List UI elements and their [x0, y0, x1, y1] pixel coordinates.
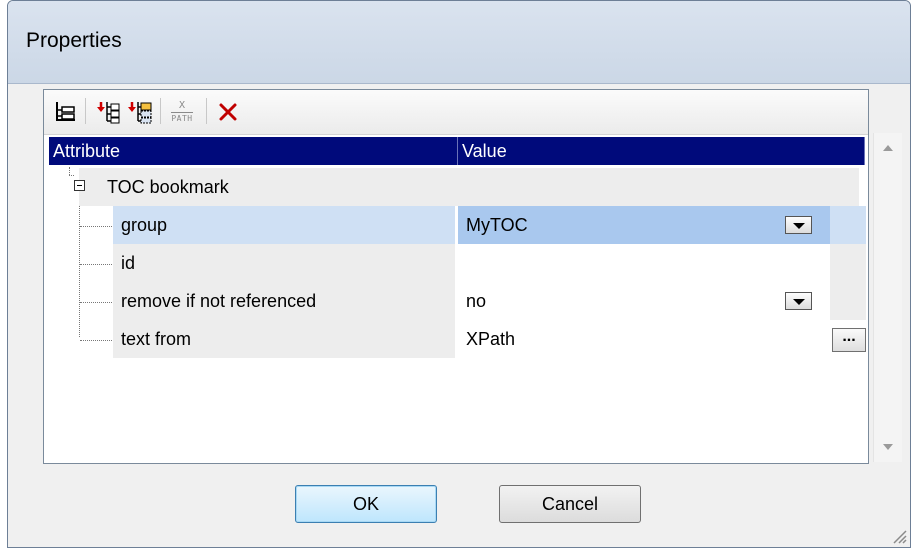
property-value[interactable]: XPath: [458, 320, 830, 358]
row-extra-cell: [830, 282, 866, 320]
property-row-id[interactable]: id: [49, 244, 866, 282]
toolbar: X PATH: [44, 90, 868, 135]
scroll-up-icon[interactable]: [883, 145, 893, 151]
group-label: TOC bookmark: [79, 168, 859, 206]
scroll-down-icon[interactable]: [883, 444, 893, 450]
property-name: remove if not referenced: [113, 282, 455, 320]
toolbar-separator: [85, 98, 86, 124]
xpath-button[interactable]: X PATH: [168, 98, 196, 126]
tree-line: [80, 264, 112, 265]
tree-line: [80, 340, 112, 341]
column-header-value[interactable]: Value: [458, 137, 865, 165]
add-attribute-icon: [97, 102, 120, 124]
properties-dialog: Properties X PATH Attribute Value TOC bo…: [7, 0, 911, 548]
xpath-icon: X PATH: [171, 100, 193, 123]
property-row-group[interactable]: group MyTOC: [49, 206, 866, 244]
cancel-button[interactable]: Cancel: [499, 485, 641, 523]
tree-group-row[interactable]: TOC bookmark: [49, 168, 859, 206]
toolbar-separator: [206, 98, 207, 124]
column-header-attribute[interactable]: Attribute: [49, 137, 458, 165]
property-value[interactable]: MyTOC: [458, 206, 830, 244]
delete-icon: [219, 103, 237, 121]
add-element-button[interactable]: [126, 98, 154, 126]
property-value[interactable]: [458, 244, 830, 282]
row-extra-cell: [830, 244, 866, 282]
add-attribute-button[interactable]: [94, 98, 122, 126]
property-row-remove-if-not-referenced[interactable]: remove if not referenced no: [49, 282, 866, 320]
expand-tree-icon: [56, 102, 75, 121]
tree-line: [80, 226, 112, 227]
expand-tree-button[interactable]: [52, 98, 80, 126]
property-name: id: [113, 244, 455, 282]
property-name: text from: [113, 320, 455, 358]
tree-line: [80, 302, 112, 303]
attribute-grid: Attribute Value TOC bookmark group MyTOC: [49, 137, 866, 459]
add-element-icon: [128, 102, 152, 124]
properties-panel: X PATH Attribute Value TOC bookmark grou…: [43, 89, 902, 464]
vertical-scrollbar[interactable]: [873, 133, 902, 462]
delete-button[interactable]: [214, 98, 242, 126]
dropdown-arrow-icon[interactable]: [785, 216, 812, 234]
property-name: group: [113, 206, 455, 244]
property-row-text-from[interactable]: text from XPath ...: [49, 320, 866, 358]
property-value[interactable]: no: [458, 282, 830, 320]
collapse-toggle-icon[interactable]: [74, 180, 85, 191]
ok-button[interactable]: OK: [295, 485, 437, 523]
resize-grip-icon[interactable]: [891, 528, 907, 544]
toolbar-separator: [160, 98, 161, 124]
ellipsis-button[interactable]: ...: [832, 328, 866, 352]
dialog-title: Properties: [26, 29, 122, 52]
title-bar[interactable]: Properties: [8, 1, 910, 84]
row-extra-cell: [830, 206, 866, 244]
dropdown-arrow-icon[interactable]: [785, 292, 812, 310]
